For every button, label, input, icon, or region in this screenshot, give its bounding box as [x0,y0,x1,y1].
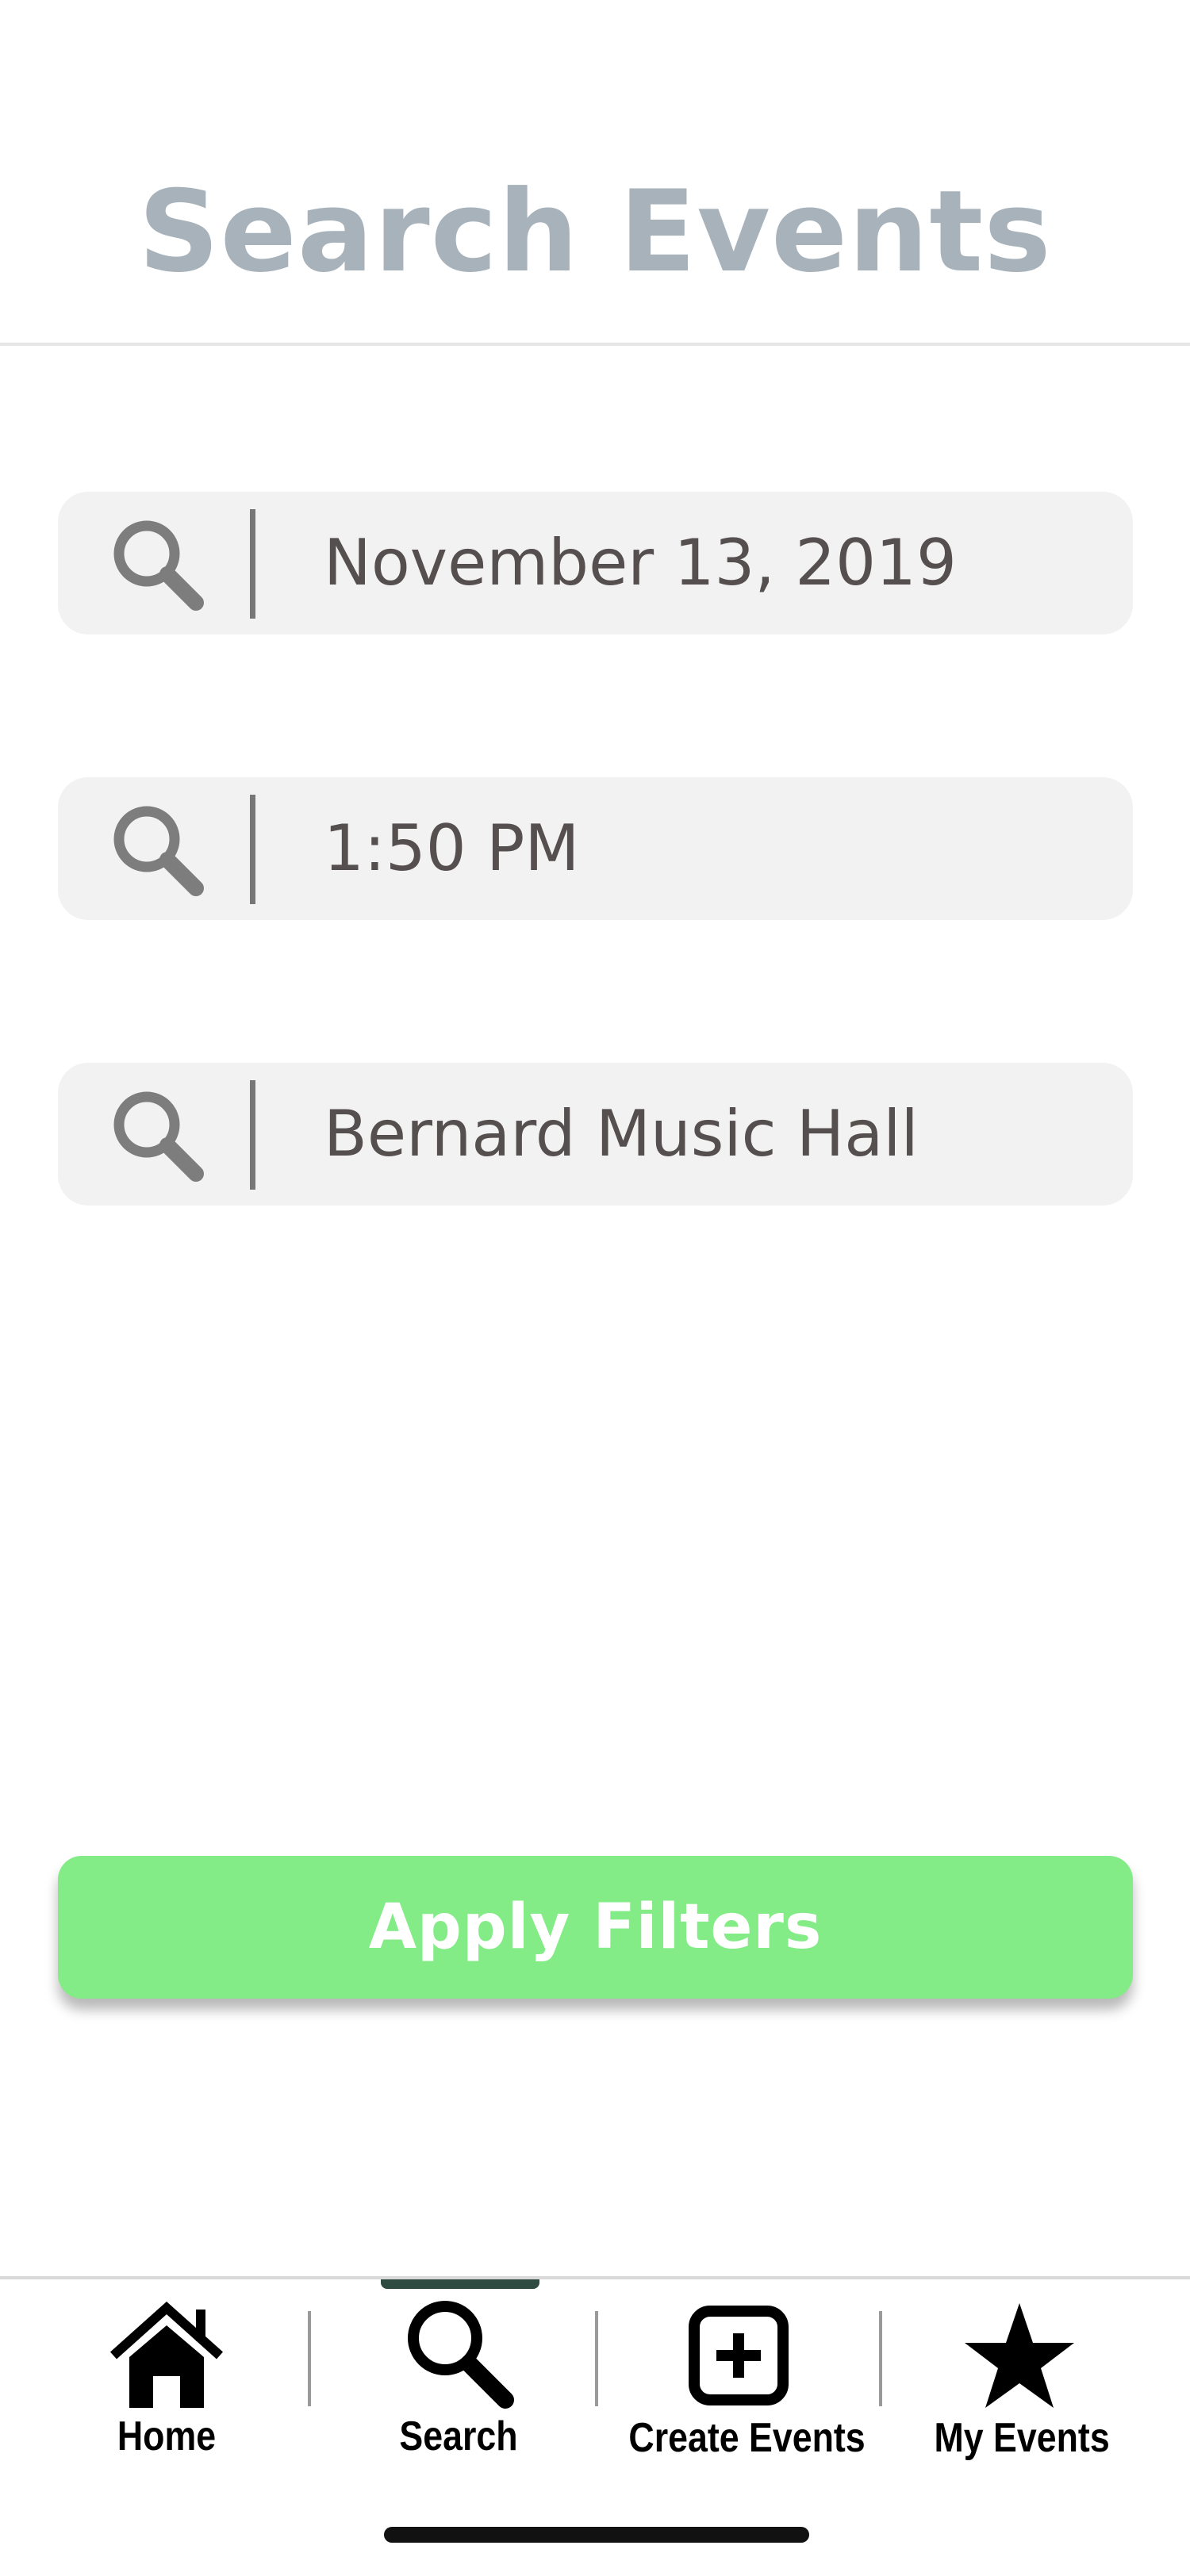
page-title: Search Events [138,167,1052,297]
star-icon [965,2303,1074,2408]
header: Search Events [0,0,1190,346]
date-value[interactable]: November 13, 2019 [324,492,957,634]
tab-create-events-label: Create Events [628,2415,866,2461]
date-search-field[interactable]: November 13, 2019 [58,492,1133,634]
field-divider [250,795,255,904]
apply-filters-button[interactable]: Apply Filters [58,1856,1133,1999]
tab-home-label: Home [117,2413,217,2459]
tab-create-events[interactable]: Create Events [611,2294,866,2532]
home-icon [109,2301,224,2408]
tab-search[interactable]: Search [379,2294,538,2532]
tab-separator [595,2311,598,2406]
search-icon [408,2301,514,2409]
search-icon [113,806,204,896]
tab-separator [308,2311,311,2406]
home-indicator-bar[interactable] [384,2527,809,2543]
search-icon [113,1091,204,1182]
field-divider [250,509,255,619]
location-search-field[interactable]: Bernard Music Hall [58,1063,1133,1206]
tab-search-label: Search [399,2413,518,2459]
tab-my-events-label: My Events [934,2415,1110,2461]
tab-separator [879,2311,882,2406]
search-icon [113,520,204,611]
location-value[interactable]: Bernard Music Hall [324,1063,919,1206]
field-divider [250,1080,255,1190]
tab-my-events[interactable]: My Events [920,2294,1119,2532]
time-value[interactable]: 1:50 PM [324,777,579,920]
tab-home[interactable]: Home [95,2294,238,2532]
active-tab-indicator [381,2279,539,2289]
time-search-field[interactable]: 1:50 PM [58,777,1133,920]
plus-square-icon [689,2306,789,2405]
search-events-screen: Search Events November 13, 2019 1:50 PM … [0,0,1190,2576]
